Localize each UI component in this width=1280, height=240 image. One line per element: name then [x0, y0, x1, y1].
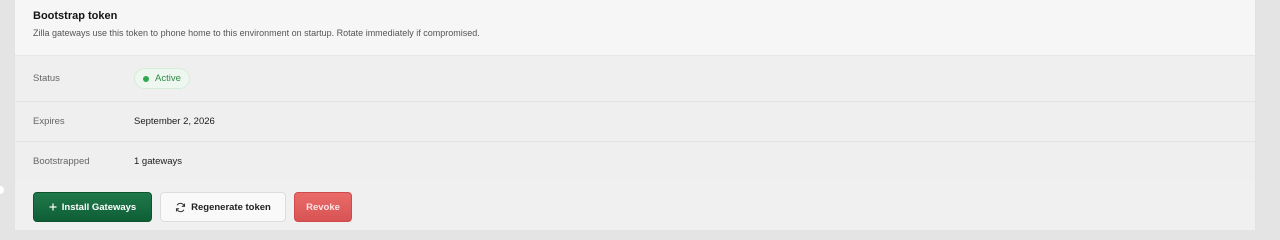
status-badge-label: Active	[155, 73, 181, 84]
card-header: Bootstrap token Zilla gateways use this …	[15, 0, 1255, 56]
status-value: Active	[134, 68, 190, 89]
bootstrapped-label: Bootstrapped	[33, 155, 90, 167]
bootstrapped-row: Bootstrapped 1 gateways	[15, 142, 1255, 180]
status-dot-icon	[143, 75, 149, 82]
status-row: Status Active	[15, 56, 1255, 102]
regenerate-token-button[interactable]: Regenerate token	[160, 192, 286, 222]
bootstrap-token-card: Bootstrap token Zilla gateways use this …	[14, 0, 1256, 230]
revoke-label: Revoke	[306, 201, 340, 213]
expires-value: September 2, 2026	[134, 116, 215, 127]
refresh-icon	[175, 202, 186, 213]
regenerate-token-label: Regenerate token	[191, 201, 271, 213]
expires-label: Expires	[33, 116, 65, 127]
card-title: Bootstrap token	[33, 10, 118, 22]
install-gateways-button[interactable]: Install Gateways	[33, 192, 152, 222]
bootstrapped-value: 1 gateways	[134, 155, 183, 167]
install-gateways-label: Install Gateways	[61, 201, 137, 213]
status-badge: Active	[134, 68, 190, 89]
token-details: Status Active Expires September 2, 2026 …	[15, 56, 1255, 180]
plus-icon	[49, 203, 57, 211]
revoke-button[interactable]: Revoke	[294, 192, 352, 222]
edge-dot	[0, 186, 4, 194]
expires-row: Expires September 2, 2026	[15, 102, 1255, 142]
status-label: Status	[33, 73, 60, 84]
action-bar: Install Gateways Regenerate token Revoke	[33, 192, 352, 222]
card-subtitle: Zilla gateways use this token to phone h…	[33, 28, 480, 38]
